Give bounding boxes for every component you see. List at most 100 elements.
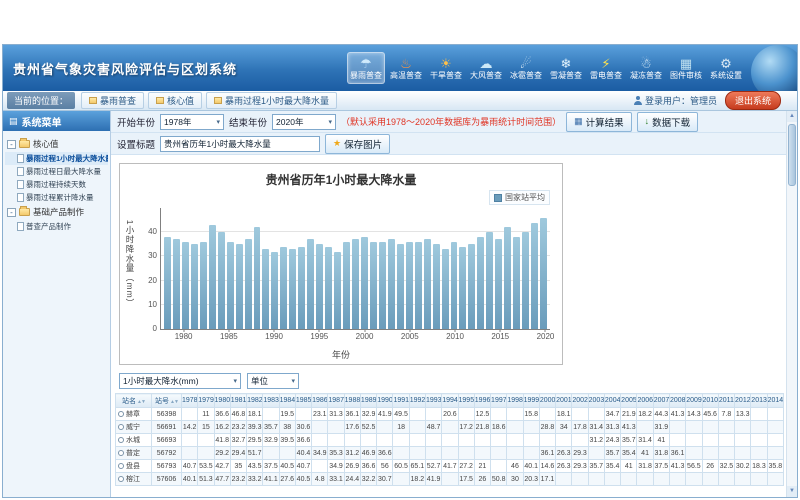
table-row[interactable]: 水城5669341.832.729.532.939.536.631.224.33… (116, 434, 784, 447)
column-header-year[interactable]: 1982 (247, 394, 263, 408)
logout-button[interactable]: 退出系统 (725, 91, 781, 110)
tree-item[interactable]: 暴雨过程日最大降水量 (5, 165, 108, 178)
column-header-year[interactable]: 2006 (637, 394, 653, 408)
breadcrumb-segment[interactable]: 暴雨普查 (81, 92, 144, 109)
expander-icon[interactable]: - (7, 208, 16, 217)
column-header-year[interactable]: 1997 (491, 394, 507, 408)
column-header-year[interactable]: 2002 (572, 394, 588, 408)
row-radio[interactable] (118, 411, 124, 417)
tree-group[interactable]: -核心值 (5, 136, 108, 152)
tree-group[interactable]: -基础产品制作 (5, 204, 108, 220)
value-cell: 35 (230, 460, 246, 473)
scroll-down-icon[interactable]: ▼ (787, 486, 797, 497)
column-header-year[interactable]: 2011 (718, 394, 734, 408)
column-header-name[interactable]: 站名▲▼ (116, 394, 152, 408)
column-header-year[interactable]: 1989 (360, 394, 376, 408)
end-year-select[interactable]: 2020年 ▾ (272, 114, 336, 130)
nav-map-review[interactable]: ▦图件审核 (667, 52, 705, 84)
column-header-year[interactable]: 2005 (621, 394, 637, 408)
nav-settings[interactable]: ⚙系统设置 (707, 52, 745, 84)
value-cell (588, 447, 604, 460)
column-header-year[interactable]: 1990 (377, 394, 393, 408)
column-header-year[interactable]: 1995 (458, 394, 474, 408)
table-row[interactable]: 威宁5669114.21516.223.239.335.73830.617.65… (116, 421, 784, 434)
value-cell: 41.1 (263, 473, 279, 486)
row-radio[interactable] (118, 424, 124, 430)
column-header-year[interactable]: 2007 (653, 394, 669, 408)
column-header-year[interactable]: 1987 (328, 394, 344, 408)
column-header-year[interactable]: 1986 (312, 394, 328, 408)
nav-lightning[interactable]: ⚡雷电普查 (587, 52, 625, 84)
vertical-scrollbar[interactable]: ▲ ▼ (786, 111, 797, 497)
column-header-year[interactable]: 1984 (279, 394, 295, 408)
column-header-year[interactable]: 1988 (344, 394, 360, 408)
column-header-year[interactable]: 1991 (393, 394, 409, 408)
column-header-year[interactable]: 1980 (214, 394, 230, 408)
breadcrumb-segment[interactable]: 核心值 (148, 92, 202, 109)
column-header-label: 1989 (361, 397, 377, 404)
scroll-up-icon[interactable]: ▲ (787, 111, 797, 122)
row-radio[interactable] (118, 450, 124, 456)
column-header-year[interactable]: 2004 (604, 394, 620, 408)
nav-freeze[interactable]: ☃凝冻普查 (627, 52, 665, 84)
sort-icon[interactable]: ▲▼ (170, 399, 178, 405)
start-year-select[interactable]: 1978年 ▾ (160, 114, 224, 130)
column-header-label: 1991 (393, 397, 409, 404)
tree-item[interactable]: 暴雨过程1小时最大降水量 (5, 152, 108, 165)
column-header-year[interactable]: 1985 (295, 394, 311, 408)
sort-icon[interactable]: ▲▼ (137, 399, 145, 405)
column-header-year[interactable]: 1978 (182, 394, 198, 408)
nav-hail[interactable]: ☄冰雹普查 (507, 52, 545, 84)
metric-select[interactable]: 1小时最大降水(mm) ▾ (119, 373, 241, 389)
column-header-year[interactable]: 1993 (425, 394, 441, 408)
chart-title-input[interactable] (160, 136, 320, 152)
column-header-year[interactable]: 1994 (442, 394, 458, 408)
table-row[interactable]: 赫章563981136.646.818.119.523.131.336.132.… (116, 408, 784, 421)
column-header-year[interactable]: 2009 (686, 394, 702, 408)
value-cell: 40.4 (295, 447, 311, 460)
save-image-button[interactable]: ★ 保存图片 (325, 134, 390, 154)
value-cell (539, 408, 555, 421)
column-header-year[interactable]: 2003 (588, 394, 604, 408)
row-radio[interactable] (118, 437, 124, 443)
tree-item[interactable]: 暴雨过程累计降水量 (5, 191, 108, 204)
nav-heat[interactable]: ♨高温普查 (387, 52, 425, 84)
calculate-button[interactable]: ▦ 计算结果 (566, 112, 632, 132)
scrollbar-thumb[interactable] (788, 124, 796, 186)
nav-wind[interactable]: ☁大风普查 (467, 52, 505, 84)
table-row[interactable]: 盘县5679340.753.542.73543.537.540.540.734.… (116, 460, 784, 473)
column-header-year[interactable]: 1979 (198, 394, 214, 408)
tree-item[interactable]: 普查产品制作 (5, 220, 108, 233)
column-header-year[interactable]: 1996 (474, 394, 490, 408)
tree-item[interactable]: 暴雨过程持续天数 (5, 178, 108, 191)
data-download-button[interactable]: ↓ 数据下载 (637, 112, 699, 132)
column-header-year[interactable]: 2010 (702, 394, 718, 408)
column-header-year[interactable]: 2012 (735, 394, 751, 408)
table-row[interactable]: 普定5679229.229.451.740.434.935.331.246.93… (116, 447, 784, 460)
column-header-year[interactable]: 1992 (409, 394, 425, 408)
value-cell: 49.5 (393, 408, 409, 421)
column-header-year[interactable]: 1998 (507, 394, 523, 408)
column-header-year[interactable]: 2001 (556, 394, 572, 408)
column-header-year[interactable]: 2013 (751, 394, 767, 408)
column-header-year[interactable]: 2000 (539, 394, 555, 408)
table-row[interactable]: 榕江5760640.151.347.723.233.241.127.640.54… (116, 473, 784, 486)
row-radio[interactable] (118, 463, 124, 469)
station-name: 榕江 (126, 476, 140, 483)
bar-2014 (486, 232, 493, 329)
column-header-year[interactable]: 1999 (523, 394, 539, 408)
tree-item-label: 暴雨过程日最大降水量 (26, 166, 101, 177)
row-radio[interactable] (118, 476, 124, 482)
folder-icon (89, 97, 97, 104)
column-header-year[interactable]: 2008 (669, 394, 685, 408)
breadcrumb-segment[interactable]: 暴雨过程1小时最大降水量 (206, 92, 337, 109)
unit-select[interactable]: 单位 ▾ (247, 373, 299, 389)
nav-snow[interactable]: ❄雪凝普查 (547, 52, 585, 84)
nav-rainstorm[interactable]: ☂暴雨普查 (347, 52, 385, 84)
column-header-id[interactable]: 站号▲▼ (152, 394, 182, 408)
nav-drought[interactable]: ☀干旱普查 (427, 52, 465, 84)
column-header-year[interactable]: 2014 (767, 394, 783, 408)
expander-icon[interactable]: - (7, 140, 16, 149)
column-header-year[interactable]: 1981 (230, 394, 246, 408)
column-header-year[interactable]: 1983 (263, 394, 279, 408)
